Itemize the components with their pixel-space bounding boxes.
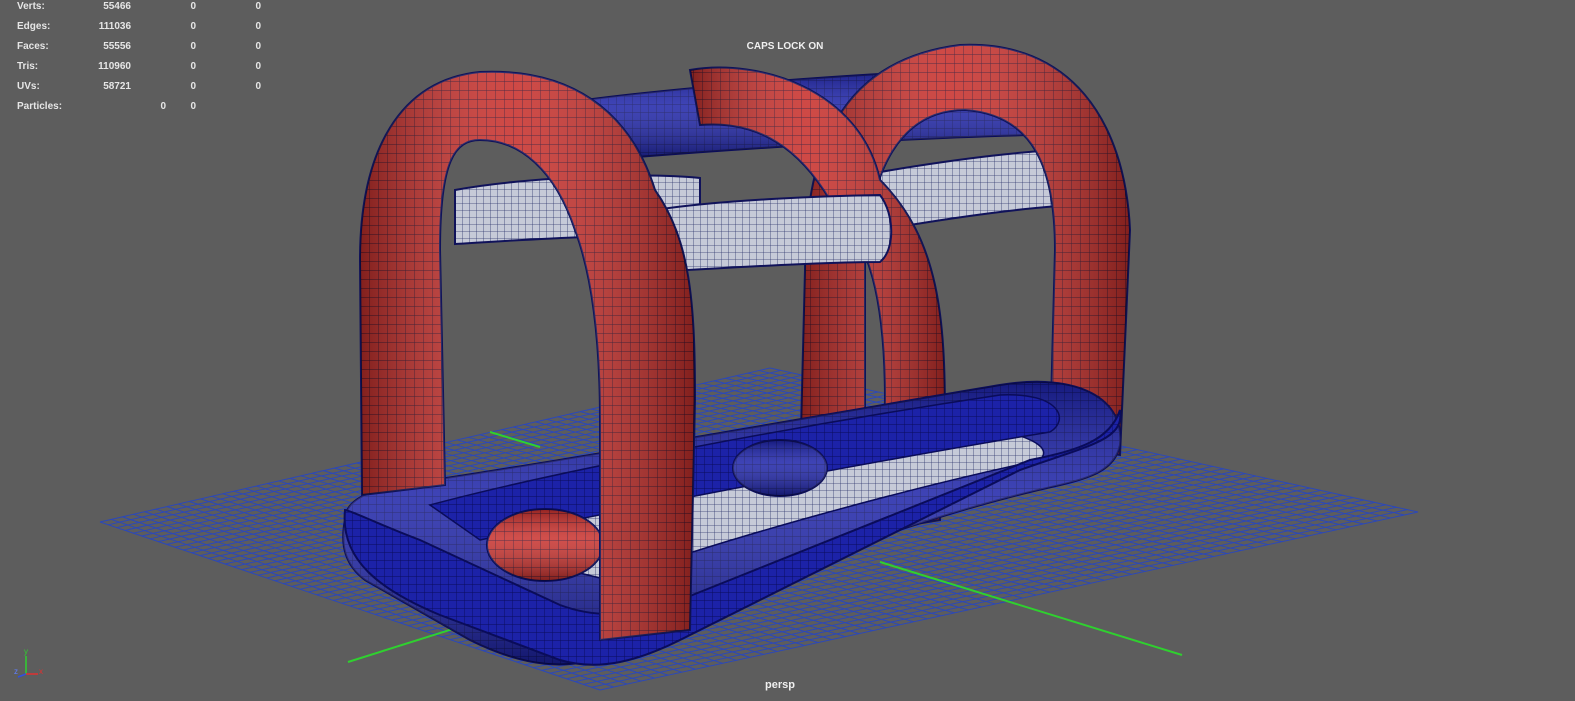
hud-label: Faces:: [17, 41, 49, 52]
hud-value: 0: [160, 101, 166, 112]
blue-cushion: [732, 439, 828, 497]
axis-y-label: y: [24, 647, 28, 656]
hud-value: 0: [255, 61, 261, 72]
hud-row-faces: Faces: 55556 0 0: [0, 41, 270, 55]
hud-row-uvs: UVs: 58721 0 0: [0, 81, 270, 95]
hud-value: 0: [190, 101, 196, 112]
hud-value: 0: [255, 21, 261, 32]
hud-label: Edges:: [17, 21, 51, 32]
hud-value: 58721: [103, 81, 131, 92]
hud-row-edges: Edges: 111036 0 0: [0, 21, 270, 35]
hud-label: UVs:: [17, 81, 40, 92]
hud-value: 0: [255, 1, 261, 12]
hud-value: 0: [190, 81, 196, 92]
hud-value: 110960: [98, 61, 131, 72]
camera-name-label: persp: [765, 679, 795, 691]
axis-x-label: x: [39, 667, 43, 676]
hud-value: 0: [190, 1, 196, 12]
axis-gizmo-icon: y z x: [14, 647, 43, 678]
hud-value: 0: [255, 41, 261, 52]
axis-z-label: z: [14, 667, 18, 676]
hud-label: Tris:: [17, 61, 39, 72]
hud-label: Particles:: [17, 101, 63, 112]
grid-axis-z: [879, 561, 1183, 656]
hud-value: 55466: [103, 1, 131, 12]
hud-value: 0: [190, 41, 196, 52]
perspective-viewport[interactable]: Verts: 55466 0 0 Edges: 111036 0 0 Faces…: [0, 0, 1575, 701]
hud-row-tris: Tris: 110960 0 0: [0, 61, 270, 75]
hud-value: 0: [190, 21, 196, 32]
caps-lock-indicator: CAPS LOCK ON: [746, 41, 824, 52]
hud-value: 0: [190, 61, 196, 72]
hud-row-verts: Verts: 55466 0 0: [0, 1, 270, 15]
hud-value: 55556: [103, 41, 131, 52]
hud-value: 111036: [98, 21, 131, 32]
hud-label: Verts:: [17, 1, 45, 12]
red-cushion: [486, 508, 604, 582]
hud-row-particles: Particles: 0 0: [0, 101, 270, 115]
middle-white-crossbar: [654, 193, 893, 274]
hud-value: 0: [255, 81, 261, 92]
